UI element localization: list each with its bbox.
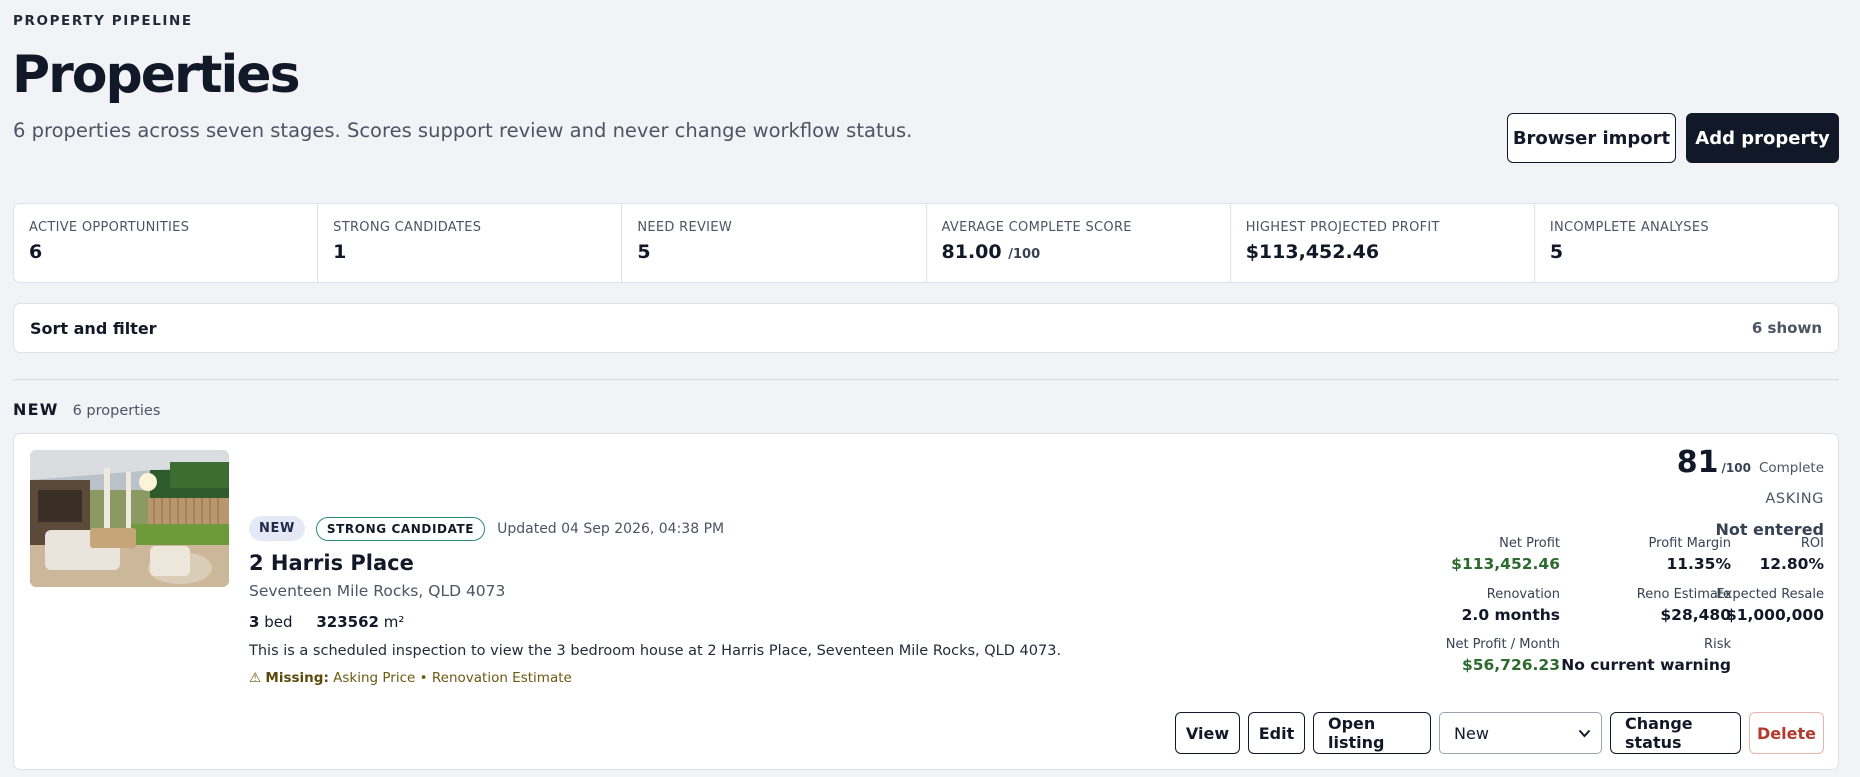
status-select[interactable]: New: [1439, 712, 1602, 754]
metric-net-profit-month: Net Profit / Month $56,726.23: [1446, 637, 1560, 674]
property-card: NEW STRONG CANDIDATE Updated 04 Sep 2026…: [13, 433, 1839, 770]
group-name: NEW: [13, 400, 59, 419]
stat-incomplete-analyses: INCOMPLETE ANALYSES 5: [1535, 204, 1838, 282]
missing-fields-warning: ⚠ Missing: Asking Price • Renovation Est…: [249, 670, 572, 686]
area-unit: m²: [383, 613, 405, 631]
score-max: /100: [1721, 461, 1751, 475]
metric-value: 12.80%: [1759, 555, 1824, 573]
metric-expected-resale: Expected Resale $1,000,000: [1716, 587, 1824, 624]
group-header: NEW 6 properties: [13, 400, 160, 419]
stat-average-score: AVERAGE COMPLETE SCORE 81.00 /100: [927, 204, 1231, 282]
page-title: Properties: [12, 45, 301, 105]
stat-label: INCOMPLETE ANALYSES: [1549, 220, 1709, 235]
view-button[interactable]: View: [1175, 712, 1240, 754]
property-meta: 3 bed 323562 m²: [249, 613, 404, 631]
change-status-button[interactable]: Change status: [1610, 712, 1741, 754]
property-description: This is a scheduled inspection to view t…: [249, 643, 1062, 659]
metric-renovation: Renovation 2.0 months: [1462, 587, 1560, 624]
candidate-badge: STRONG CANDIDATE: [315, 516, 486, 541]
score-status: Complete: [1758, 460, 1824, 476]
property-score: 81 /100 Complete: [1677, 445, 1824, 480]
sort-filter-bar[interactable]: Sort and filter 6 shown: [13, 303, 1839, 353]
browser-import-button[interactable]: Browser import: [1507, 113, 1676, 163]
metric-label: Renovation: [1486, 587, 1560, 602]
metric-profit-margin: Profit Margin 11.35%: [1649, 536, 1731, 573]
metric-net-profit: Net Profit $113,452.46: [1451, 536, 1560, 573]
metric-label: Expected Resale: [1716, 587, 1824, 602]
metric-label: ROI: [1800, 536, 1824, 551]
card-actions: View Edit Open listing New Change status…: [1175, 712, 1824, 754]
stat-label: AVERAGE COMPLETE SCORE: [941, 220, 1132, 235]
property-title[interactable]: 2 Harris Place: [249, 551, 414, 575]
group-count: 6 properties: [72, 403, 161, 419]
stat-value: 1: [333, 241, 347, 263]
metric-label: Net Profit: [1499, 536, 1560, 551]
property-thumbnail[interactable]: [30, 450, 229, 587]
stat-value: 5: [1549, 241, 1564, 263]
metric-value: $1,000,000: [1725, 606, 1824, 624]
section-divider: [13, 379, 1839, 380]
stat-active-opportunities: ACTIVE OPPORTUNITIES 6: [14, 204, 319, 282]
add-property-button[interactable]: Add property: [1686, 113, 1839, 163]
metric-label: Profit Margin: [1648, 536, 1731, 551]
warning-icon: ⚠: [249, 670, 262, 686]
missing-label: Missing:: [265, 670, 329, 686]
chevron-down-icon: [1578, 729, 1591, 737]
bed-count: 3: [249, 613, 260, 631]
stat-need-review: NEED REVIEW 5: [622, 204, 927, 282]
stat-label: STRONG CANDIDATES: [333, 220, 482, 235]
delete-button[interactable]: Delete: [1749, 712, 1824, 754]
stat-value: 5: [637, 241, 651, 263]
metric-value: $113,452.46: [1451, 555, 1560, 573]
metric-label: Risk: [1704, 637, 1731, 652]
asking-label: ASKING: [1765, 491, 1824, 507]
property-badges: NEW STRONG CANDIDATE Updated 04 Sep 2026…: [249, 516, 724, 541]
land-area: 323562: [316, 613, 379, 631]
stat-value-wrap: 81.00 /100: [942, 241, 1215, 263]
score-value: 81: [1676, 445, 1719, 480]
status-badge: NEW: [249, 516, 305, 541]
metric-value: 2.0 months: [1461, 606, 1560, 624]
metric-value: 11.35%: [1666, 555, 1731, 573]
metric-label: Net Profit / Month: [1445, 637, 1560, 652]
updated-timestamp: Updated 04 Sep 2026, 04:38 PM: [497, 520, 725, 537]
open-listing-button[interactable]: Open listing: [1313, 712, 1431, 754]
metric-risk: Risk No current warning: [1561, 637, 1731, 674]
page-eyebrow: PROPERTY PIPELINE: [13, 13, 193, 29]
metric-value: $56,726.23: [1461, 656, 1560, 674]
bed-label: bed: [264, 613, 293, 631]
sort-filter-title: Sort and filter: [30, 318, 157, 338]
stat-value: $113,452.46: [1245, 241, 1380, 263]
stat-value: 81.00: [941, 241, 1002, 263]
stat-label: NEED REVIEW: [637, 220, 732, 235]
stat-strong-candidates: STRONG CANDIDATES 1: [318, 204, 623, 282]
stat-label: ACTIVE OPPORTUNITIES: [29, 220, 190, 235]
stat-suffix: /100: [1008, 247, 1041, 262]
metric-value: No current warning: [1561, 656, 1731, 674]
missing-items: Asking Price • Renovation Estimate: [333, 670, 572, 686]
property-photo-image: [30, 450, 229, 587]
stat-value: 6: [29, 241, 43, 263]
status-select-value: New: [1454, 723, 1489, 743]
shown-count: 6 shown: [1751, 319, 1822, 337]
stats-bar: ACTIVE OPPORTUNITIES 6 STRONG CANDIDATES…: [13, 203, 1839, 283]
property-address: Seventeen Mile Rocks, QLD 4073: [249, 582, 506, 600]
page-subtitle: 6 properties across seven stages. Scores…: [13, 119, 913, 142]
stat-label: HIGHEST PROJECTED PROFIT: [1245, 220, 1440, 235]
edit-button[interactable]: Edit: [1248, 712, 1305, 754]
metric-roi: ROI 12.80%: [1759, 536, 1824, 573]
stat-highest-profit: HIGHEST PROJECTED PROFIT $113,452.46: [1231, 204, 1535, 282]
